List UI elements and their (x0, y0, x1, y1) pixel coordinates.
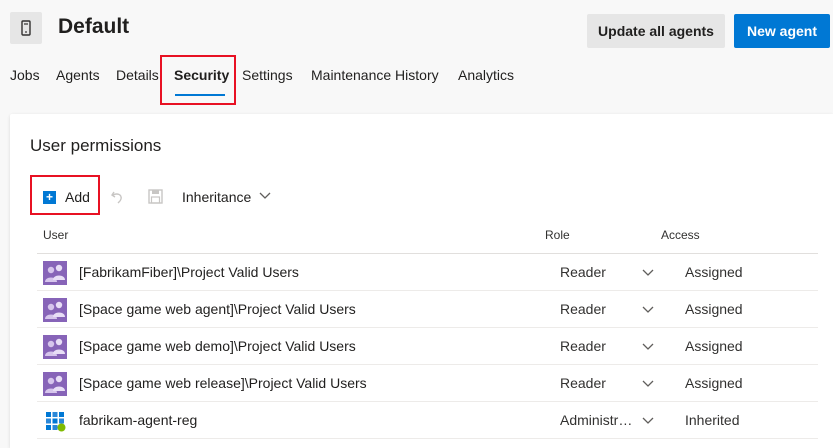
access-value: Assigned (685, 375, 743, 391)
chevron-down-icon[interactable] (259, 191, 271, 201)
new-agent-button[interactable]: New agent (734, 14, 830, 48)
chevron-down-icon[interactable] (642, 416, 654, 425)
add-button[interactable]: Add (65, 189, 90, 205)
inheritance-dropdown[interactable]: Inheritance (182, 189, 251, 205)
tab-jobs[interactable]: Jobs (10, 67, 40, 83)
access-value: Assigned (685, 301, 743, 317)
tab-security[interactable]: Security (174, 67, 229, 83)
tab-analytics[interactable]: Analytics (458, 67, 514, 83)
user-name: [Space game web agent]\Project Valid Use… (79, 301, 356, 317)
save-icon[interactable] (148, 189, 163, 204)
tab-details[interactable]: Details (116, 67, 159, 83)
tab-settings[interactable]: Settings (242, 67, 293, 83)
service-principal-icon (46, 412, 66, 432)
table-row[interactable]: [Space game web demo]\Project Valid User… (37, 328, 818, 365)
access-value: Assigned (685, 338, 743, 354)
table-row[interactable]: [Space game web release]\Project Valid U… (37, 365, 818, 402)
role-select[interactable]: Reader (560, 301, 606, 317)
table-row[interactable]: [FabrikamFiber]\Project Valid Users Read… (37, 254, 818, 291)
role-select[interactable]: Reader (560, 338, 606, 354)
update-all-agents-button[interactable]: Update all agents (587, 14, 725, 48)
chevron-down-icon[interactable] (642, 379, 654, 388)
group-icon (43, 372, 67, 396)
section-title: User permissions (30, 136, 162, 155)
column-header-user: User (43, 228, 69, 242)
chevron-down-icon[interactable] (642, 342, 654, 351)
group-icon (43, 298, 67, 322)
group-icon (43, 261, 67, 285)
access-value: Inherited (685, 412, 740, 428)
user-name: [Space game web release]\Project Valid U… (79, 375, 367, 391)
user-name: fabrikam-agent-reg (79, 412, 198, 428)
chevron-down-icon[interactable] (642, 268, 654, 277)
access-value: Assigned (685, 264, 743, 280)
column-header-access: Access (661, 228, 700, 242)
table-row[interactable]: [Space game web agent]\Project Valid Use… (37, 291, 818, 328)
tab-agents[interactable]: Agents (56, 67, 100, 83)
group-icon (43, 335, 67, 359)
chevron-down-icon[interactable] (642, 305, 654, 314)
user-name: [Space game web demo]\Project Valid User… (79, 338, 356, 354)
table-row[interactable]: fabrikam-agent-reg Administr… Inherited (37, 402, 818, 439)
undo-icon[interactable] (110, 188, 126, 204)
role-select[interactable]: Reader (560, 375, 606, 391)
plus-icon: + (43, 191, 56, 204)
role-select[interactable]: Administr… (560, 412, 632, 428)
agent-pool-icon (10, 12, 42, 44)
user-name: [FabrikamFiber]\Project Valid Users (79, 264, 299, 280)
page-title: Default (58, 15, 130, 38)
column-header-role: Role (545, 228, 570, 242)
tab-maintenance-history[interactable]: Maintenance History (311, 67, 439, 83)
role-select[interactable]: Reader (560, 264, 606, 280)
active-tab-indicator (175, 94, 225, 96)
